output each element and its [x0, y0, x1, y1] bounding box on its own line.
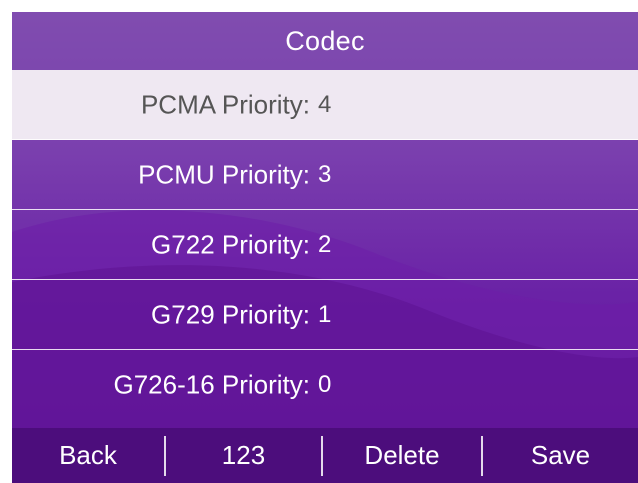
field-label: G729 Priority: — [151, 299, 310, 329]
field-label: PCMA Priority: — [140, 89, 310, 119]
priority-value-field[interactable]: 3 — [318, 161, 331, 189]
priority-value-field[interactable]: 0 — [318, 371, 331, 399]
list-item-pcma-priority[interactable]: PCMA Priority: 4 — [12, 70, 638, 140]
list-item-g726-16-priority[interactable]: G726-16 Priority: 0 — [12, 350, 638, 420]
save-button[interactable]: Save — [483, 428, 638, 483]
priority-value-field[interactable]: 1 — [318, 301, 331, 329]
delete-button[interactable]: Delete — [323, 428, 481, 483]
back-button[interactable]: Back — [12, 428, 164, 483]
codec-priority-list: PCMA Priority: 4 PCMU Priority: 3 G722 P… — [12, 70, 638, 420]
title-bar: Codec — [12, 12, 638, 70]
priority-value-field[interactable]: 2 — [318, 231, 331, 259]
field-label: G722 Priority: — [151, 229, 310, 259]
list-item-g722-priority[interactable]: G722 Priority: 2 — [12, 210, 638, 280]
codec-settings-panel: Codec PCMA Priority: 4 PCMU Priority: 3 … — [12, 12, 638, 483]
list-item-g729-priority[interactable]: G729 Priority: 1 — [12, 280, 638, 350]
field-label: PCMU Priority: — [138, 159, 310, 189]
list-item-pcmu-priority[interactable]: PCMU Priority: 3 — [12, 140, 638, 210]
input-mode-button[interactable]: 123 — [166, 428, 321, 483]
phone-screen: Codec PCMA Priority: 4 PCMU Priority: 3 … — [0, 0, 638, 483]
softkey-bar: Back 123 Delete Save — [12, 428, 638, 483]
priority-value-field[interactable]: 4 — [318, 91, 331, 119]
page-title: Codec — [285, 25, 365, 56]
field-label: G726-16 Priority: — [113, 369, 310, 400]
